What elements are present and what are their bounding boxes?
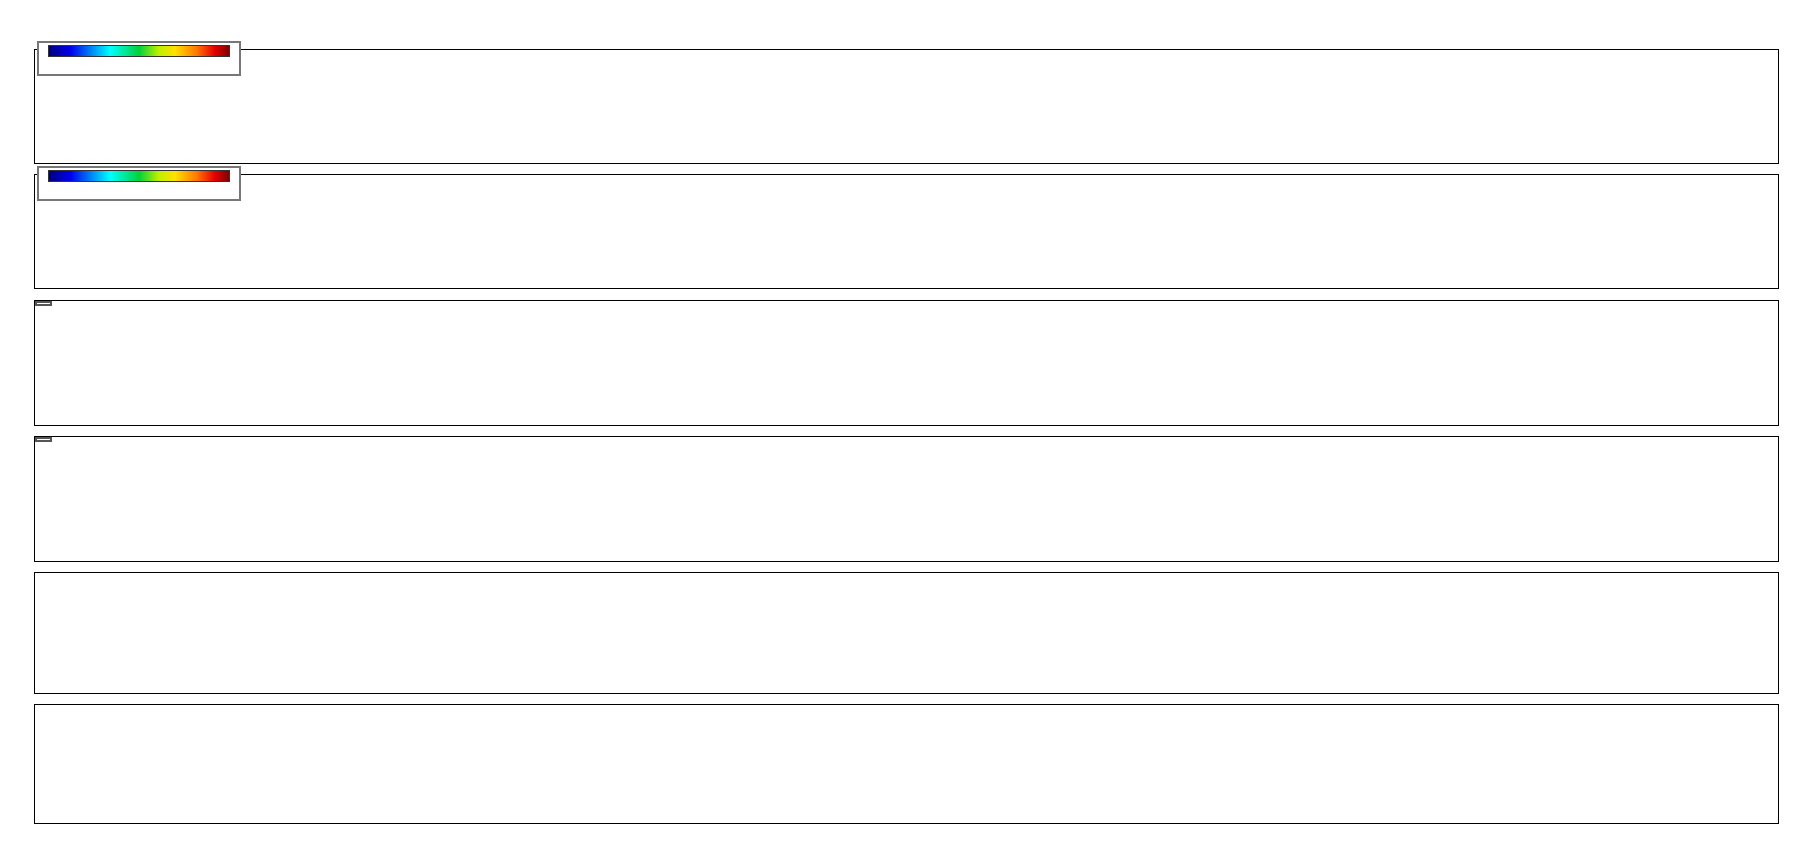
u-colorbar-tick-labels	[39, 57, 239, 72]
v-colorbar-gradient	[48, 170, 230, 182]
std-absi-label	[35, 437, 52, 442]
panel-std-absi-heatmap	[35, 437, 1778, 561]
x-axis-date-labels	[0, 827, 1800, 845]
mean-absi-heatmap-canvas	[35, 301, 1778, 425]
u-colorbar-gradient	[48, 45, 230, 57]
v-colorbar-legend	[37, 166, 241, 201]
v-velocity-heatmap-canvas	[35, 175, 1778, 288]
panel-u-velocity-heatmap	[35, 50, 1778, 163]
panel-mean-absi-heatmap	[35, 301, 1778, 425]
panel-temperature	[35, 705, 1778, 823]
u-velocity-heatmap-canvas	[35, 50, 1778, 163]
adcp-figure	[0, 0, 1800, 850]
u-colorbar-legend	[37, 41, 241, 76]
std-absi-heatmap-canvas	[35, 437, 1778, 561]
depth-variation-line-canvas	[35, 573, 1778, 693]
mean-absi-label	[35, 301, 52, 306]
panel-v-velocity-heatmap	[35, 175, 1778, 288]
temperature-line-canvas	[35, 705, 1778, 823]
panel-depth-variation	[35, 573, 1778, 693]
v-colorbar-tick-labels	[39, 182, 239, 197]
